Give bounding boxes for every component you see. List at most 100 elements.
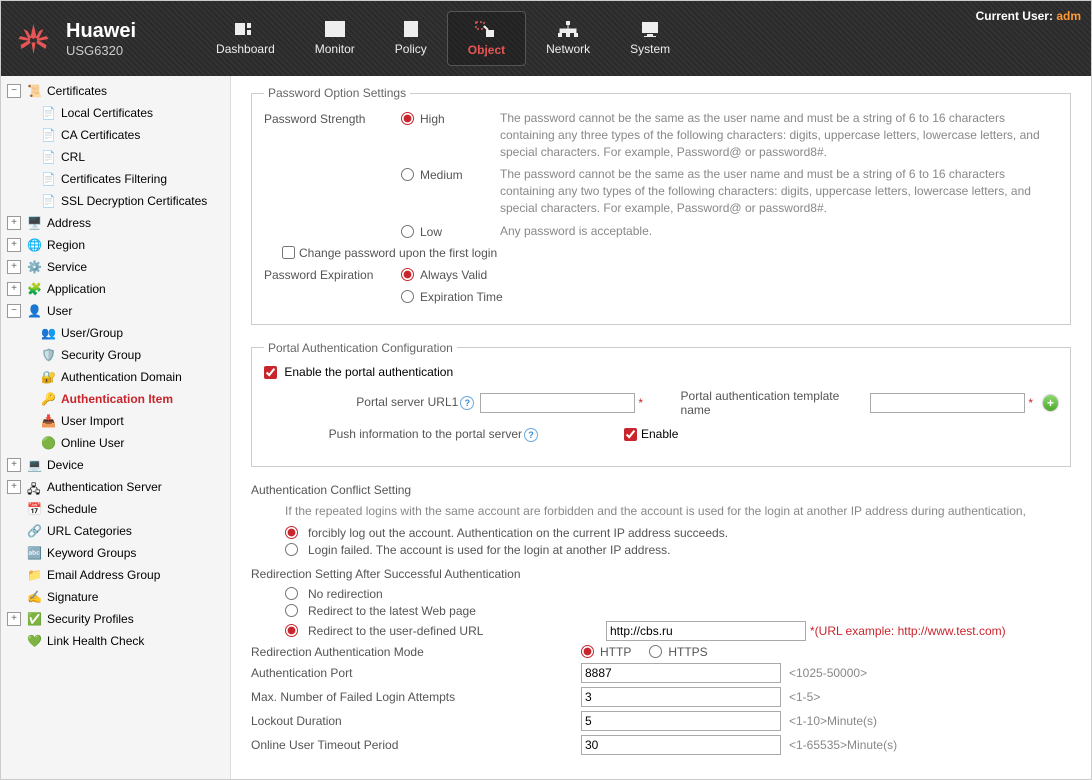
portal-tpl-label: Portal authentication template name (681, 389, 861, 417)
sidebar-item-security-group[interactable]: 🛡️Security Group (1, 344, 230, 366)
portal-url-label: Portal server URL1 (356, 395, 458, 409)
conflict-logout-radio[interactable] (285, 526, 298, 539)
sidebar-item-user-group[interactable]: 👥User/Group (1, 322, 230, 344)
sidebar-item-address[interactable]: +🖥️Address (1, 212, 230, 234)
link-icon: 🔗 (27, 524, 43, 538)
sidebar-item-ca-cert[interactable]: 📄CA Certificates (1, 124, 230, 146)
shield-check-icon: ✅ (27, 612, 43, 626)
content-area: Password Option Settings Password Streng… (231, 76, 1091, 779)
tab-policy[interactable]: Policy (375, 11, 447, 66)
sidebar-item-service[interactable]: +⚙️Service (1, 256, 230, 278)
pw-expiration-time-radio[interactable] (401, 290, 414, 303)
expand-icon[interactable]: + (7, 458, 21, 472)
mode-https-radio[interactable] (649, 645, 662, 658)
enable-portal-checkbox[interactable] (264, 366, 277, 379)
sidebar-item-keyword-groups[interactable]: 🔤Keyword Groups (1, 542, 230, 564)
lockout-input[interactable] (581, 711, 781, 731)
pw-expiration-label: Password Expiration (264, 266, 394, 282)
password-settings-legend: Password Option Settings (264, 86, 410, 100)
pw-high-label: High (420, 110, 500, 126)
auth-port-input[interactable] (581, 663, 781, 683)
sidebar-item-signature[interactable]: ✍️Signature (1, 586, 230, 608)
expand-icon[interactable]: + (7, 260, 21, 274)
signature-icon: ✍️ (27, 590, 43, 604)
collapse-icon[interactable]: − (7, 84, 21, 98)
shield-icon: 🛡️ (41, 348, 57, 362)
pw-high-desc: The password cannot be the same as the u… (500, 110, 1058, 160)
monitor-icon (323, 19, 347, 39)
portal-auth-legend: Portal Authentication Configuration (264, 341, 457, 355)
redirect-latest-radio[interactable] (285, 604, 298, 617)
redirect-url-input[interactable] (606, 621, 806, 641)
expand-icon[interactable]: + (7, 612, 21, 626)
redirect-none-radio[interactable] (285, 587, 298, 600)
users-icon: 👥 (41, 326, 57, 340)
health-icon: 💚 (27, 634, 43, 648)
redirect-none-label: No redirection (308, 587, 383, 601)
sidebar-item-user[interactable]: −👤User (1, 300, 230, 322)
sidebar-item-crl[interactable]: 📄CRL (1, 146, 230, 168)
portal-tpl-input[interactable] (870, 393, 1025, 413)
portal-url-input[interactable] (480, 393, 635, 413)
auth-port-hint: <1025-50000> (789, 666, 867, 680)
object-icon (474, 20, 498, 40)
pw-strength-medium-radio[interactable] (401, 168, 414, 181)
sidebar-item-user-import[interactable]: 📥User Import (1, 410, 230, 432)
push-enable-checkbox[interactable] (624, 428, 637, 441)
add-icon[interactable]: + (1043, 395, 1058, 411)
application-icon: 🧩 (27, 282, 43, 296)
expand-icon[interactable]: + (7, 282, 21, 296)
help-icon[interactable]: ? (524, 428, 538, 442)
sidebar-item-certificates[interactable]: −📜Certificates (1, 80, 230, 102)
pw-always-valid-radio[interactable] (401, 268, 414, 281)
required-marker: * (638, 396, 643, 410)
push-enable-label: Enable (641, 427, 678, 441)
change-first-login-checkbox[interactable] (282, 246, 295, 259)
tab-network[interactable]: Network (526, 11, 610, 66)
sidebar-item-local-cert[interactable]: 📄Local Certificates (1, 102, 230, 124)
sidebar-item-link-health[interactable]: 💚Link Health Check (1, 630, 230, 652)
expand-icon[interactable]: + (7, 238, 21, 252)
tab-object[interactable]: Object (447, 11, 526, 66)
sidebar-item-email-group[interactable]: 📁Email Address Group (1, 564, 230, 586)
expand-icon[interactable]: + (7, 480, 21, 494)
pw-strength-high-radio[interactable] (401, 112, 414, 125)
lockout-hint: <1-10>Minute(s) (789, 714, 877, 728)
sidebar-item-cert-filtering[interactable]: 📄Certificates Filtering (1, 168, 230, 190)
sidebar-item-auth-domain[interactable]: 🔐Authentication Domain (1, 366, 230, 388)
pw-medium-desc: The password cannot be the same as the u… (500, 166, 1058, 216)
timeout-input[interactable] (581, 735, 781, 755)
sidebar-item-auth-item[interactable]: 🔑Authentication Item (1, 388, 230, 410)
sidebar-item-online-user[interactable]: 🟢Online User (1, 432, 230, 454)
cert-icon: 📄 (41, 194, 57, 208)
pw-medium-label: Medium (420, 166, 500, 182)
redirect-latest-label: Redirect to the latest Web page (308, 604, 476, 618)
sidebar-item-auth-server[interactable]: +🖧Authentication Server (1, 476, 230, 498)
tab-monitor[interactable]: Monitor (295, 11, 375, 66)
conflict-fail-radio[interactable] (285, 543, 298, 556)
sidebar-item-device[interactable]: +💻Device (1, 454, 230, 476)
sidebar-item-security-profiles[interactable]: +✅Security Profiles (1, 608, 230, 630)
expand-icon[interactable]: + (7, 216, 21, 230)
collapse-icon[interactable]: − (7, 304, 21, 318)
sidebar-item-schedule[interactable]: 📅Schedule (1, 498, 230, 520)
help-icon[interactable]: ? (460, 396, 474, 410)
sidebar-item-application[interactable]: +🧩Application (1, 278, 230, 300)
enable-portal-label: Enable the portal authentication (284, 365, 453, 379)
device-icon: 💻 (27, 458, 43, 472)
redirect-url-hint: *(URL example: http://www.test.com) (810, 624, 1006, 638)
sidebar-item-ssl-decrypt[interactable]: 📄SSL Decryption Certificates (1, 190, 230, 212)
redirect-user-radio[interactable] (285, 624, 298, 637)
conflict-opt2: Login failed. The account is used for th… (308, 543, 670, 557)
pw-strength-low-radio[interactable] (401, 225, 414, 238)
header: Huawei USG6320 Dashboard Monitor Policy … (1, 1, 1091, 76)
mode-http-radio[interactable] (581, 645, 594, 658)
region-icon: 🌐 (27, 238, 43, 252)
tab-dashboard[interactable]: Dashboard (196, 11, 295, 66)
max-failed-input[interactable] (581, 687, 781, 707)
sidebar-item-region[interactable]: +🌐Region (1, 234, 230, 256)
sidebar-item-url-categories[interactable]: 🔗URL Categories (1, 520, 230, 542)
tab-system[interactable]: System (610, 11, 690, 66)
import-icon: 📥 (41, 414, 57, 428)
certificate-icon: 📜 (27, 84, 43, 98)
